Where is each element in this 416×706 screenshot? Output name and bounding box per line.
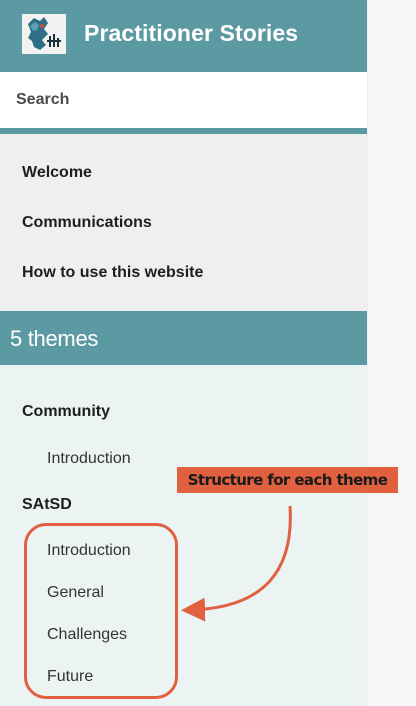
theme-group-satsd[interactable]: SAtSD (22, 496, 72, 514)
nav-item-welcome[interactable]: Welcome (22, 164, 92, 182)
app-header: Practitioner Stories (0, 0, 367, 72)
themes-header: 5 themes (0, 311, 367, 365)
theme-group-community[interactable]: Community (22, 403, 110, 421)
annotation-arrow-icon (181, 505, 292, 622)
nav-item-how-to-use[interactable]: How to use this website (22, 264, 203, 282)
community-introduction-link[interactable]: Introduction (47, 450, 131, 468)
logo-icon[interactable] (22, 14, 66, 54)
app-title[interactable]: Practitioner Stories (84, 20, 298, 47)
annotation-label: Structure for each theme (187, 471, 388, 489)
nav-item-communications[interactable]: Communications (22, 214, 152, 232)
annotation-highlight-box (24, 523, 178, 699)
content-edge (367, 0, 416, 706)
search-input[interactable] (0, 72, 367, 128)
annotation-callout: Structure for each theme (177, 467, 398, 493)
themes-title: 5 themes (10, 326, 99, 351)
top-nav: Welcome Communications How to use this w… (0, 134, 367, 311)
